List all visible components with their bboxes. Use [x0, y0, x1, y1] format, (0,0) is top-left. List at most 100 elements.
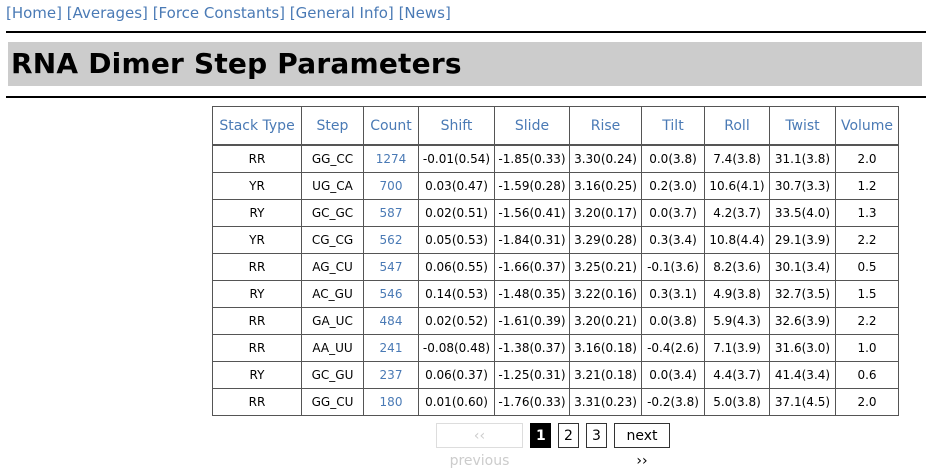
cell-rise: 3.16(0.25) — [569, 172, 642, 200]
col-header-roll[interactable]: Roll — [704, 106, 770, 146]
page-2-button[interactable]: 2 — [558, 423, 579, 448]
cell-rise: 3.22(0.16) — [569, 280, 642, 308]
cell-roll: 4.9(3.8) — [704, 280, 770, 308]
cell-count[interactable]: 700 — [363, 172, 419, 200]
cell-rise: 3.31(0.23) — [569, 388, 642, 416]
next-page-button[interactable]: next ›› — [614, 423, 670, 469]
cell-stack-type: RR — [212, 253, 302, 281]
title-divider — [6, 96, 926, 98]
cell-tilt: -0.1(3.6) — [641, 253, 705, 281]
table-row: RY GC_GU 237 0.06(0.37) -1.25(0.31) 3.21(0.18… — [212, 361, 899, 389]
cell-tilt: 0.3(3.4) — [641, 226, 705, 254]
nav-link-home[interactable]: [Home] — [6, 4, 62, 22]
nav-link-averages[interactable]: [Averages] — [67, 4, 148, 22]
cell-count[interactable]: 180 — [363, 388, 419, 416]
cell-shift: 0.01(0.60) — [418, 388, 495, 416]
cell-twist: 30.7(3.3) — [769, 172, 836, 200]
col-header-slide[interactable]: Slide — [494, 106, 570, 146]
cell-shift: -0.08(0.48) — [418, 334, 495, 362]
cell-slide: -1.76(0.33) — [494, 388, 570, 416]
cell-twist: 32.7(3.5) — [769, 280, 836, 308]
cell-tilt: 0.3(3.1) — [641, 280, 705, 308]
parameters-table: Stack Type Step Count Shift Slide Rise T… — [212, 106, 899, 416]
cell-slide: -1.48(0.35) — [494, 280, 570, 308]
col-header-twist[interactable]: Twist — [769, 106, 836, 146]
cell-rise: 3.16(0.18) — [569, 334, 642, 362]
cell-slide: -1.66(0.37) — [494, 253, 570, 281]
cell-twist: 29.1(3.9) — [769, 226, 836, 254]
col-header-stack-type[interactable]: Stack Type — [212, 106, 302, 146]
nav-link-force-constants[interactable]: [Force Constants] — [153, 4, 285, 22]
cell-count[interactable]: 1274 — [363, 144, 419, 173]
cell-count[interactable]: 562 — [363, 226, 419, 254]
cell-twist: 30.1(3.4) — [769, 253, 836, 281]
cell-step: GC_GU — [301, 361, 364, 389]
col-header-tilt[interactable]: Tilt — [641, 106, 705, 146]
cell-step: GA_UC — [301, 307, 364, 335]
cell-tilt: 0.0(3.8) — [641, 307, 705, 335]
nav-link-news[interactable]: [News] — [399, 4, 451, 22]
top-divider — [6, 31, 926, 33]
table-row: RR GA_UC 484 0.02(0.52) -1.61(0.39) 3.20(0.21… — [212, 307, 899, 335]
cell-step: GG_CU — [301, 388, 364, 416]
cell-slide: -1.84(0.31) — [494, 226, 570, 254]
col-header-step[interactable]: Step — [301, 106, 364, 146]
cell-count[interactable]: 546 — [363, 280, 419, 308]
cell-roll: 8.2(3.6) — [704, 253, 770, 281]
col-header-shift[interactable]: Shift — [418, 106, 495, 146]
page-1-button[interactable]: 1 — [530, 423, 551, 448]
table-row: RY AC_GU 546 0.14(0.53) -1.48(0.35) 3.22(0.16… — [212, 280, 899, 308]
table-row: RR GG_CC 1274 -0.01(0.54) -1.85(0.33) 3.30(0.… — [212, 144, 899, 173]
cell-shift: -0.01(0.54) — [418, 144, 495, 173]
cell-twist: 31.1(3.8) — [769, 144, 836, 173]
cell-stack-type: RY — [212, 199, 302, 227]
table-row: RR AG_CU 547 0.06(0.55) -1.66(0.37) 3.25(0.21… — [212, 253, 899, 281]
cell-rise: 3.20(0.21) — [569, 307, 642, 335]
cell-count[interactable]: 547 — [363, 253, 419, 281]
cell-tilt: 0.0(3.7) — [641, 199, 705, 227]
col-header-count[interactable]: Count — [363, 106, 419, 146]
cell-volume: 2.2 — [835, 226, 899, 254]
cell-shift: 0.02(0.51) — [418, 199, 495, 227]
cell-tilt: 0.0(3.8) — [641, 144, 705, 173]
cell-volume: 0.6 — [835, 361, 899, 389]
cell-stack-type: RR — [212, 144, 302, 173]
cell-stack-type: RY — [212, 361, 302, 389]
cell-step: AG_CU — [301, 253, 364, 281]
cell-count[interactable]: 241 — [363, 334, 419, 362]
title-bar: RNA Dimer Step Parameters — [8, 42, 922, 86]
pagination: ‹‹ previous 1 2 3 next ›› — [436, 423, 670, 469]
cell-stack-type: RR — [212, 388, 302, 416]
table-row: YR CG_CG 562 0.05(0.53) -1.84(0.31) 3.29(0.28… — [212, 226, 899, 254]
cell-roll: 4.2(3.7) — [704, 199, 770, 227]
cell-stack-type: RY — [212, 280, 302, 308]
cell-shift: 0.03(0.47) — [418, 172, 495, 200]
cell-twist: 37.1(4.5) — [769, 388, 836, 416]
table-row: RR GG_CU 180 0.01(0.60) -1.76(0.33) 3.31(0.23… — [212, 388, 899, 416]
cell-shift: 0.06(0.37) — [418, 361, 495, 389]
table-header-row: Stack Type Step Count Shift Slide Rise T… — [212, 106, 899, 146]
cell-roll: 10.6(4.1) — [704, 172, 770, 200]
cell-count[interactable]: 587 — [363, 199, 419, 227]
cell-rise: 3.21(0.18) — [569, 361, 642, 389]
cell-volume: 2.2 — [835, 307, 899, 335]
cell-count[interactable]: 237 — [363, 361, 419, 389]
table-row: YR UG_CA 700 0.03(0.47) -1.59(0.28) 3.16(0.25… — [212, 172, 899, 200]
cell-count[interactable]: 484 — [363, 307, 419, 335]
cell-step: UG_CA — [301, 172, 364, 200]
col-header-volume[interactable]: Volume — [835, 106, 899, 146]
cell-rise: 3.30(0.24) — [569, 144, 642, 173]
cell-twist: 33.5(4.0) — [769, 199, 836, 227]
cell-slide: -1.25(0.31) — [494, 361, 570, 389]
table-row: RY GC_GC 587 0.02(0.51) -1.56(0.41) 3.20(0.17… — [212, 199, 899, 227]
table-row: RR AA_UU 241 -0.08(0.48) -1.38(0.37) 3.16(0.1… — [212, 334, 899, 362]
cell-volume: 1.3 — [835, 199, 899, 227]
cell-step: CG_CG — [301, 226, 364, 254]
col-header-rise[interactable]: Rise — [569, 106, 642, 146]
cell-step: GC_GC — [301, 199, 364, 227]
top-nav: [Home] [Averages] [Force Constants] [Gen… — [6, 4, 451, 22]
cell-twist: 31.6(3.0) — [769, 334, 836, 362]
page-3-button[interactable]: 3 — [586, 423, 607, 448]
cell-tilt: -0.4(2.6) — [641, 334, 705, 362]
nav-link-general-info[interactable]: [General Info] — [290, 4, 394, 22]
